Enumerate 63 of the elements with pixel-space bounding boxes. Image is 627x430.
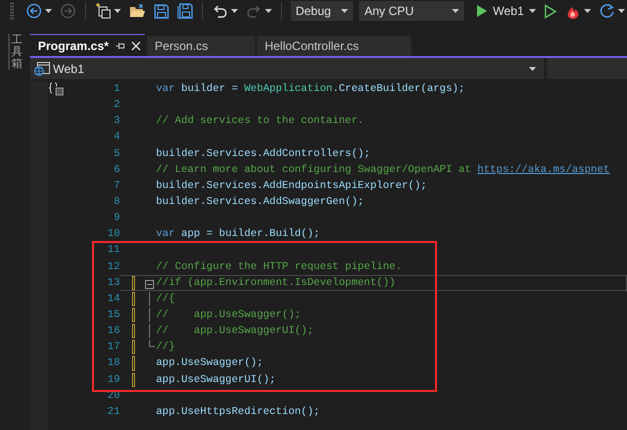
line-number: 7 [112, 180, 120, 192]
undo-icon[interactable] [212, 3, 228, 19]
pin-icon[interactable] [114, 40, 125, 50]
configuration-dropdown[interactable]: Any CPU [359, 1, 464, 21]
code-line: app.UseHttpsRedirection(); [156, 406, 320, 418]
code-line: var builder = WebApplication.CreateBuilder(args); [156, 83, 465, 96]
line-number: 8 [112, 196, 120, 208]
caret-icon[interactable] [528, 9, 536, 13]
code-line: //if (app.Environment.IsDevelopment()) [156, 276, 396, 289]
code-line: // Configure the HTTP request pipeline. [156, 260, 402, 273]
run-button[interactable]: Web1 [474, 1, 538, 21]
caret-icon[interactable] [44, 9, 52, 13]
code-link[interactable]: https://aka.ms/aspnet [477, 164, 610, 176]
code-line: builder.Services.AddControllers(); [156, 148, 370, 160]
toolbar-grip[interactable] [10, 2, 14, 20]
code-line: builder.Services.AddSwaggerGen(); [156, 196, 364, 208]
line-number: 6 [112, 164, 120, 176]
close-icon[interactable] [130, 40, 141, 50]
line-number: 18 [106, 357, 120, 370]
caret-icon[interactable] [529, 66, 536, 70]
line-number: 15 [106, 309, 120, 322]
web-project-icon [34, 62, 50, 76]
line-number: 9 [112, 212, 120, 224]
line-number: 13 [106, 276, 120, 289]
caret-icon[interactable] [114, 9, 121, 13]
code-line: // Add services to the container. [156, 115, 364, 128]
code-line: var app = builder.Build(); [156, 228, 320, 240]
refresh-icon[interactable] [598, 3, 615, 19]
toolbox-tab[interactable]: 工具箱 [8, 34, 22, 70]
line-number: 17 [106, 341, 120, 354]
project-dropdown[interactable]: Web1 [30, 58, 544, 79]
line-number: 16 [106, 325, 120, 338]
line-number: 2 [112, 99, 120, 112]
caret-icon[interactable] [584, 9, 591, 13]
caret-icon[interactable] [341, 9, 348, 13]
braces-icon[interactable] [48, 82, 64, 96]
collapse-icon[interactable] [145, 280, 154, 289]
code-line: // app.UseSwaggerUI(); [156, 325, 314, 338]
line-number: 1 [112, 83, 120, 96]
code-line: // app.UseSwagger(); [156, 309, 301, 322]
line-number: 3 [112, 115, 120, 128]
new-item-icon[interactable] [94, 3, 111, 19]
code-line: //} [156, 341, 175, 354]
play-icon[interactable] [476, 4, 488, 18]
code-line: //{ [156, 292, 175, 305]
line-number: 21 [106, 406, 120, 418]
code-line: app.UseSwaggerUI(); [156, 374, 276, 386]
line-number: 10 [106, 228, 120, 240]
caret-icon[interactable] [618, 9, 625, 13]
document-tab[interactable]: HelloController.cs [256, 36, 411, 56]
line-number: 14 [106, 292, 120, 305]
caret-icon[interactable] [230, 9, 238, 13]
code-line: app.UseSwagger(); [156, 357, 264, 370]
line-number: 11 [106, 244, 120, 256]
line-number: 5 [112, 148, 120, 160]
code-line: builder.Services.AddEndpointsApiExplorer(); [156, 180, 427, 192]
document-tab[interactable]: Person.cs [146, 36, 255, 56]
configuration-dropdown[interactable]: Debug [290, 1, 354, 21]
code-line: // Learn more about configuring Swagger/OpenAPI at https://aka.ms/aspnet [156, 164, 610, 176]
line-number: 4 [112, 131, 120, 144]
caret-icon[interactable] [452, 9, 459, 13]
line-number: 12 [106, 260, 120, 273]
line-number: 19 [106, 374, 120, 386]
